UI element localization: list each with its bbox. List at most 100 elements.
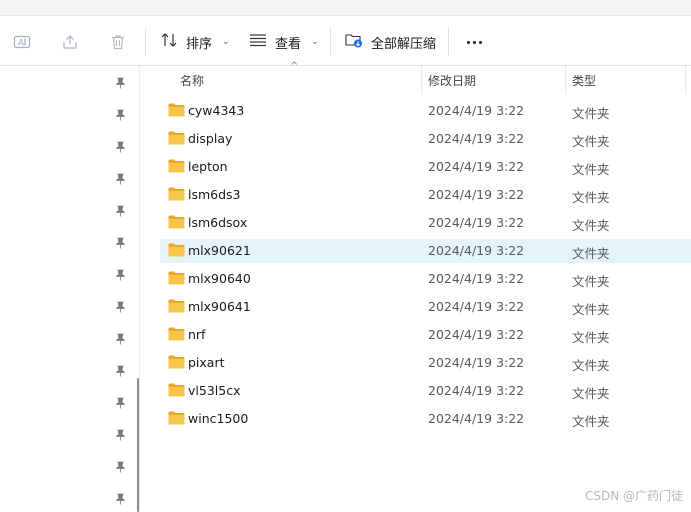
file-name: mlx90641	[188, 299, 251, 314]
file-name: lsm6dsox	[188, 215, 248, 230]
chevron-down-icon: ⌄	[222, 37, 230, 47]
column-divider[interactable]	[565, 66, 566, 94]
file-type: 文件夹	[572, 134, 610, 149]
sort-button[interactable]: 排序 ⌄	[160, 27, 230, 57]
file-row[interactable]: mlx90641 2024/4/19 3:22 文件夹	[160, 295, 691, 319]
file-row[interactable]: lepton 2024/4/19 3:22 文件夹	[160, 155, 691, 179]
file-date: 2024/4/19 3:22	[428, 355, 525, 370]
file-date: 2024/4/19 3:22	[428, 299, 525, 314]
file-row[interactable]: pixart 2024/4/19 3:22 文件夹	[160, 351, 691, 375]
sort-ascending-icon: ^	[290, 61, 299, 72]
file-type: 文件夹	[572, 218, 610, 233]
folder-icon	[168, 159, 185, 173]
file-name: lsm6ds3	[188, 187, 241, 202]
pin-icon[interactable]	[113, 332, 127, 346]
file-name: mlx90640	[188, 271, 251, 286]
file-row[interactable]: nrf 2024/4/19 3:22 文件夹	[160, 323, 691, 347]
extract-all-label: 全部解压缩	[371, 36, 437, 52]
nav-scrollbar-thumb[interactable]	[137, 378, 139, 512]
sort-label: 排序	[186, 36, 213, 52]
file-type: 文件夹	[572, 106, 610, 121]
file-row[interactable]: display 2024/4/19 3:22 文件夹	[160, 127, 691, 151]
svg-text:A: A	[18, 39, 25, 49]
file-type: 文件夹	[572, 190, 610, 205]
more-dot	[472, 40, 476, 44]
folder-icon	[168, 131, 185, 145]
file-date: 2024/4/19 3:22	[428, 411, 525, 426]
file-name: nrf	[188, 327, 206, 342]
file-type: 文件夹	[572, 302, 610, 317]
sort-icon	[160, 32, 178, 52]
folder-icon	[168, 355, 185, 369]
column-header-date[interactable]: 修改日期	[428, 71, 476, 89]
view-button[interactable]: 查看 ⌄	[249, 27, 319, 57]
file-row[interactable]: winc1500 2024/4/19 3:22 文件夹	[160, 407, 691, 431]
file-type: 文件夹	[572, 274, 610, 289]
pin-icon[interactable]	[113, 76, 127, 90]
pin-icon[interactable]	[113, 300, 127, 314]
pin-icon[interactable]	[113, 236, 127, 250]
file-name: vl53l5cx	[188, 383, 241, 398]
file-type: 文件夹	[572, 246, 610, 261]
extract-all-button[interactable]: 全部解压缩	[345, 27, 436, 57]
file-row[interactable]: mlx90621 2024/4/19 3:22 文件夹	[160, 239, 691, 263]
pin-icon[interactable]	[113, 108, 127, 122]
file-date: 2024/4/19 3:22	[428, 243, 525, 258]
folder-icon	[168, 271, 185, 285]
file-date: 2024/4/19 3:22	[428, 131, 525, 146]
file-name: lepton	[188, 159, 228, 174]
more-dot	[466, 40, 470, 44]
pin-icon[interactable]	[113, 460, 127, 474]
extract-zip-icon	[345, 32, 363, 52]
toolbar-divider	[145, 28, 146, 56]
command-bar: A 排序 ⌄ 查看 ⌄ 全部解压缩	[0, 16, 691, 66]
folder-icon	[168, 299, 185, 313]
pin-icon[interactable]	[113, 492, 127, 506]
pin-icon[interactable]	[113, 364, 127, 378]
toolbar-divider	[448, 28, 449, 56]
quick-access-pane	[0, 66, 140, 512]
more-options-button[interactable]	[460, 27, 488, 57]
file-row[interactable]: vl53l5cx 2024/4/19 3:22 文件夹	[160, 379, 691, 403]
pin-icon[interactable]	[113, 172, 127, 186]
file-type: 文件夹	[572, 386, 610, 401]
folder-icon	[168, 243, 185, 257]
file-date: 2024/4/19 3:22	[428, 215, 525, 230]
folder-icon	[168, 187, 185, 201]
file-row[interactable]: lsm6ds3 2024/4/19 3:22 文件夹	[160, 183, 691, 207]
file-name: winc1500	[188, 411, 249, 426]
rename-icon[interactable]: A	[13, 33, 31, 51]
file-name: display	[188, 131, 233, 146]
file-type: 文件夹	[572, 414, 610, 429]
file-type: 文件夹	[572, 162, 610, 177]
file-date: 2024/4/19 3:22	[428, 327, 525, 342]
file-row[interactable]: mlx90640 2024/4/19 3:22 文件夹	[160, 267, 691, 291]
pin-icon[interactable]	[113, 204, 127, 218]
column-divider[interactable]	[685, 66, 686, 94]
pin-icon[interactable]	[113, 140, 127, 154]
view-icon	[249, 33, 267, 51]
pin-icon[interactable]	[113, 268, 127, 282]
column-header-type[interactable]: 类型	[572, 71, 596, 89]
toolbar-divider	[330, 28, 331, 56]
share-icon[interactable]	[61, 33, 79, 51]
delete-icon[interactable]	[109, 33, 127, 51]
chevron-down-icon: ⌄	[311, 37, 319, 47]
file-date: 2024/4/19 3:22	[428, 271, 525, 286]
column-header-row: ^ 名称 修改日期 类型	[148, 61, 691, 94]
folder-icon	[168, 383, 185, 397]
pin-icon[interactable]	[113, 428, 127, 442]
file-row[interactable]: cyw4343 2024/4/19 3:22 文件夹	[160, 99, 691, 123]
more-dot	[478, 40, 482, 44]
file-name: pixart	[188, 355, 225, 370]
view-label: 查看	[275, 36, 302, 52]
file-type: 文件夹	[572, 358, 610, 373]
column-header-name[interactable]: 名称	[180, 71, 204, 89]
pin-icon[interactable]	[113, 396, 127, 410]
file-date: 2024/4/19 3:22	[428, 159, 525, 174]
folder-icon	[168, 215, 185, 229]
file-type: 文件夹	[572, 330, 610, 345]
file-row[interactable]: lsm6dsox 2024/4/19 3:22 文件夹	[160, 211, 691, 235]
column-divider[interactable]	[421, 66, 422, 94]
file-date: 2024/4/19 3:22	[428, 103, 525, 118]
